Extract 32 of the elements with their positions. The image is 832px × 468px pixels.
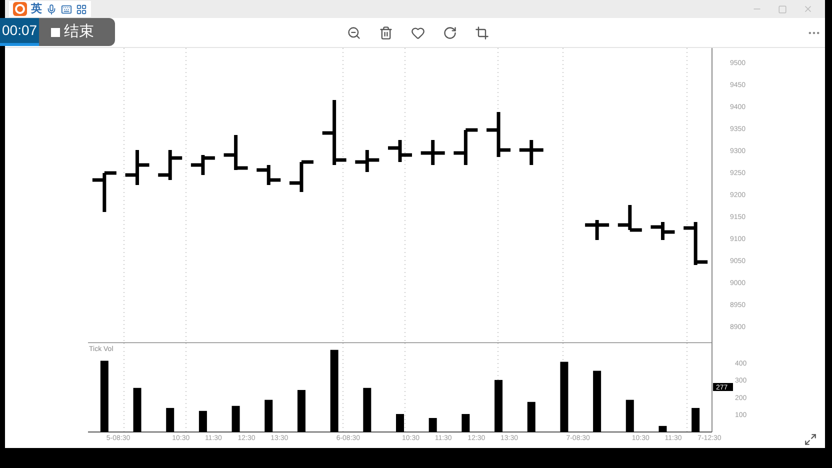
volume-bar bbox=[658, 426, 667, 432]
crop-icon[interactable] bbox=[475, 26, 489, 40]
volume-bar bbox=[133, 388, 142, 432]
volume-bar bbox=[560, 362, 568, 432]
volume-bar bbox=[232, 406, 240, 432]
input-mode-toggle[interactable]: 英 bbox=[31, 0, 42, 18]
volume-bar bbox=[297, 390, 306, 432]
volume-bar bbox=[462, 414, 470, 432]
volume-bar bbox=[626, 400, 634, 432]
stop-icon bbox=[51, 28, 60, 36]
grid-icon[interactable] bbox=[76, 4, 87, 14]
volume-bar bbox=[396, 414, 404, 432]
volume-bar bbox=[100, 360, 108, 432]
heart-icon[interactable] bbox=[411, 26, 425, 40]
recording-timer: 00:07 bbox=[0, 18, 40, 46]
volume-bar bbox=[692, 408, 700, 432]
volume-bar bbox=[198, 410, 207, 432]
keyboard-icon[interactable] bbox=[61, 4, 72, 14]
microphone-icon[interactable] bbox=[46, 4, 57, 14]
volume-bar bbox=[593, 370, 602, 432]
volume-bar bbox=[166, 408, 174, 432]
volume-bar bbox=[363, 388, 372, 432]
zoom-out-icon[interactable] bbox=[347, 26, 361, 40]
current-value-marker bbox=[713, 383, 733, 391]
delete-icon[interactable] bbox=[379, 26, 393, 40]
volume-bar bbox=[527, 402, 536, 432]
rotate-icon[interactable] bbox=[443, 26, 457, 40]
volume-bar bbox=[264, 400, 273, 432]
volume-bar bbox=[428, 418, 437, 432]
expand-icon[interactable] bbox=[804, 433, 817, 446]
stop-recording-button[interactable]: 结束 bbox=[51, 20, 94, 44]
volume-bar bbox=[494, 380, 503, 432]
